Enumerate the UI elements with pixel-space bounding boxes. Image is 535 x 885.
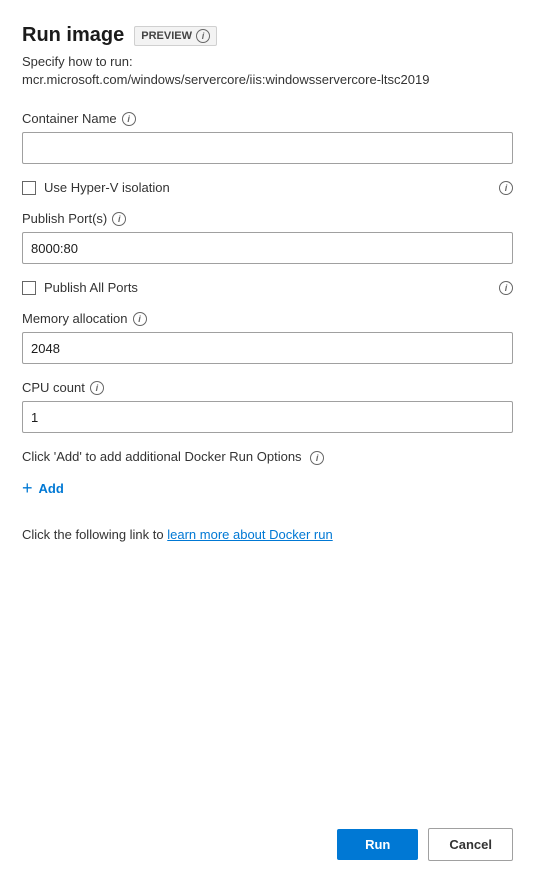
- publish-ports-label: Publish Port(s) i: [22, 211, 513, 226]
- add-row[interactable]: + Add: [22, 479, 513, 497]
- preview-badge: PREVIEW i: [134, 26, 217, 46]
- preview-info-icon[interactable]: i: [196, 29, 210, 43]
- hyper-v-label: Use Hyper-V isolation: [44, 180, 170, 195]
- add-button[interactable]: Add: [39, 481, 64, 496]
- cancel-button[interactable]: Cancel: [428, 828, 513, 861]
- run-button[interactable]: Run: [337, 829, 418, 860]
- docker-options-info-icon[interactable]: i: [310, 451, 324, 465]
- cpu-count-label: CPU count i: [22, 380, 513, 395]
- memory-allocation-label: Memory allocation i: [22, 311, 513, 326]
- page-title: Run image: [22, 24, 124, 47]
- publish-all-ports-label: Publish All Ports: [44, 280, 138, 295]
- docker-options-note: Click 'Add' to add additional Docker Run…: [22, 449, 513, 465]
- publish-ports-input[interactable]: [22, 232, 513, 264]
- container-name-section: Container Name i: [22, 111, 513, 164]
- container-name-label: Container Name i: [22, 111, 513, 126]
- cpu-count-info-icon[interactable]: i: [90, 381, 104, 395]
- memory-allocation-section: Memory allocation i: [22, 311, 513, 364]
- docker-note: Click the following link to learn more a…: [22, 527, 513, 542]
- hyper-v-row: Use Hyper-V isolation i: [22, 180, 513, 195]
- plus-icon: +: [22, 479, 33, 497]
- publish-all-ports-info-icon[interactable]: i: [499, 281, 513, 295]
- container-name-info-icon[interactable]: i: [122, 112, 136, 126]
- cpu-count-input[interactable]: [22, 401, 513, 433]
- publish-all-ports-checkbox[interactable]: [22, 281, 36, 295]
- container-name-input[interactable]: [22, 132, 513, 164]
- cpu-count-section: CPU count i: [22, 380, 513, 433]
- publish-ports-section: Publish Port(s) i: [22, 211, 513, 264]
- subtitle: Specify how to run: mcr.microsoft.com/wi…: [22, 53, 513, 89]
- footer-buttons: Run Cancel: [337, 828, 513, 861]
- publish-ports-info-icon[interactable]: i: [112, 212, 126, 226]
- memory-allocation-input[interactable]: [22, 332, 513, 364]
- hyper-v-checkbox[interactable]: [22, 181, 36, 195]
- docker-learn-more-link[interactable]: learn more about Docker run: [167, 527, 332, 542]
- publish-all-ports-row: Publish All Ports i: [22, 280, 513, 295]
- hyper-v-info-icon[interactable]: i: [499, 181, 513, 195]
- memory-allocation-info-icon[interactable]: i: [133, 312, 147, 326]
